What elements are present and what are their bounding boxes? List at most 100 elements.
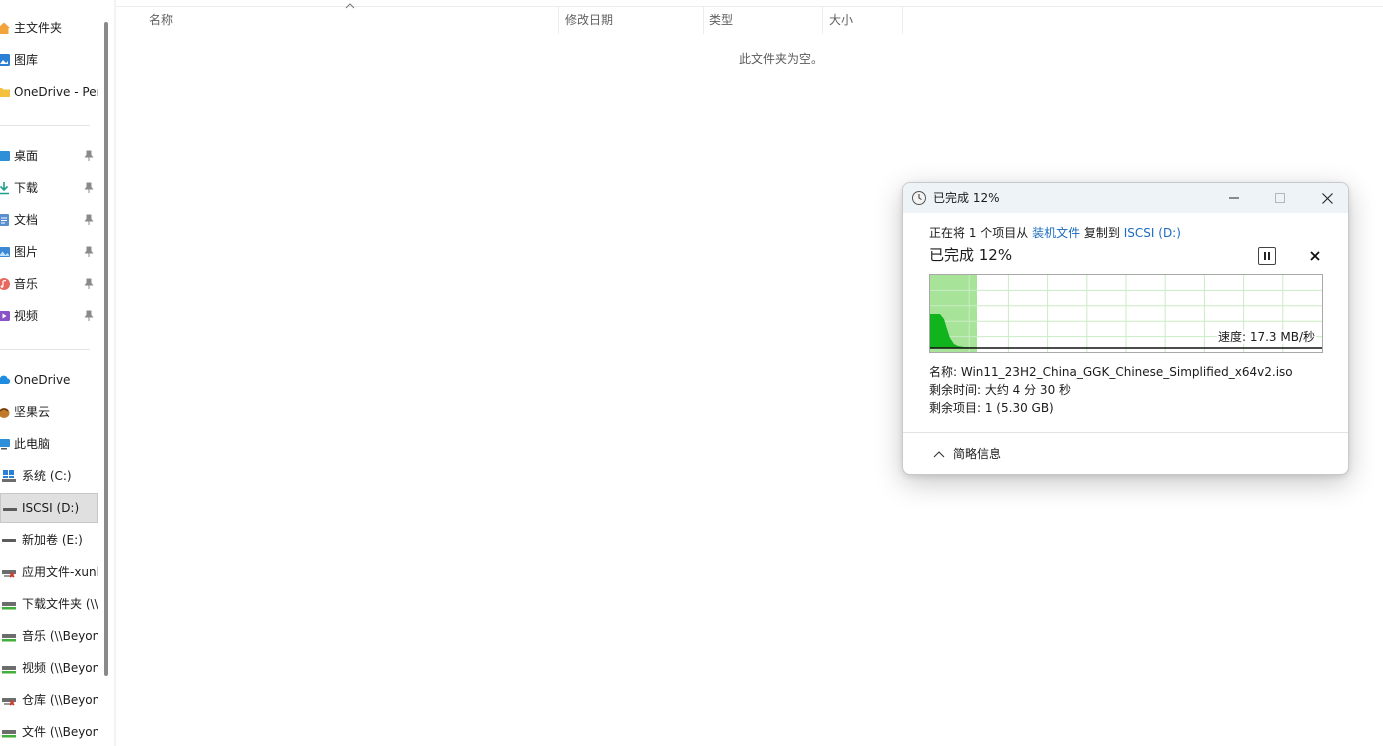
fewer-details-button[interactable]: 简略信息: [929, 445, 1039, 463]
transfer-speed-graph: 速度: 17.3 MB/秒: [929, 274, 1323, 353]
column-header-name[interactable]: 名称: [149, 12, 173, 34]
clock-icon: [912, 191, 926, 205]
source-folder-link[interactable]: 装机文件: [1032, 226, 1080, 240]
pin-icon[interactable]: [84, 278, 94, 290]
desktop-icon: [0, 151, 10, 161]
chevron-up-icon: [933, 451, 945, 458]
sidebar-item-this-pc[interactable]: 此电脑: [0, 429, 98, 459]
home-icon: [0, 22, 10, 34]
column-divider[interactable]: [822, 6, 823, 34]
sidebar-item-label: 文档: [14, 213, 39, 227]
sidebar-item-drive-e[interactable]: 新加卷 (E:): [0, 525, 98, 555]
sidebar-item-label: 下载: [14, 181, 39, 195]
column-header-size[interactable]: 大小: [829, 12, 853, 34]
sidebar-item-label: 文件 (\\Beyond: [22, 725, 98, 739]
items-remaining-line: 剩余项目: 1 (5.30 GB): [929, 401, 1054, 415]
pin-icon[interactable]: [84, 246, 94, 258]
document-icon: [0, 214, 9, 226]
sidebar-item-label: 新加卷 (E:): [22, 533, 83, 547]
pause-button[interactable]: [1258, 247, 1276, 265]
network-drive-icon: [2, 666, 16, 674]
column-divider[interactable]: [703, 6, 704, 34]
music-icon: [0, 278, 10, 290]
sidebar-item-network-music[interactable]: 音乐 (\\Beyond: [0, 621, 98, 651]
network-drive-icon: [2, 634, 16, 642]
sidebar-item-label: OneDrive: [14, 373, 71, 387]
maximize-button: [1257, 183, 1303, 213]
folder-icon: [0, 88, 10, 97]
close-button[interactable]: [1304, 183, 1348, 213]
network-drive-icon: [2, 730, 16, 738]
empty-folder-message: 此文件夹为空。: [739, 52, 824, 66]
fewer-details-label: 简略信息: [953, 447, 1002, 461]
windows-drive-icon: [2, 470, 16, 482]
sidebar-item-label: 下载文件夹 (\\Beyond: [22, 597, 98, 611]
sidebar-item-label: 应用文件-xunlei: [22, 565, 98, 579]
sidebar-item-gallery[interactable]: 图库: [0, 45, 98, 75]
network-drive-disconnected-icon: [2, 570, 16, 578]
sidebar-item-network-videos[interactable]: 视频 (\\Beyond: [0, 653, 98, 683]
sidebar-item-label: 图库: [14, 53, 39, 67]
dialog-title: 已完成 12%: [933, 191, 1000, 205]
column-divider[interactable]: [558, 6, 559, 34]
speed-label: 速度: 17.3 MB/秒: [1216, 330, 1316, 344]
sidebar-item-label: ISCSI (D:): [22, 501, 80, 515]
time-remaining-line: 剩余时间: 大约 4 分 30 秒: [929, 383, 1072, 397]
cloud-icon: [0, 375, 11, 384]
sidebar-item-pictures[interactable]: 图片: [0, 237, 98, 267]
pin-icon[interactable]: [84, 214, 94, 226]
sidebar-scrollbar[interactable]: [104, 22, 108, 676]
sidebar-item-drive-c[interactable]: 系统 (C:): [0, 461, 98, 491]
copy-description-middle: 复制到: [1080, 226, 1124, 240]
pin-icon[interactable]: [84, 182, 94, 194]
progress-title: 已完成 12%: [929, 246, 1013, 264]
column-divider[interactable]: [902, 6, 903, 34]
sidebar-item-label: 系统 (C:): [22, 469, 72, 483]
sidebar-item-home[interactable]: 主文件夹: [0, 13, 98, 43]
column-header-type[interactable]: 类型: [709, 12, 733, 34]
sidebar-item-videos[interactable]: 视频: [0, 301, 98, 331]
sidebar-item-desktop[interactable]: 桌面: [0, 141, 98, 171]
sidebar-item-downloads[interactable]: 下载: [0, 173, 98, 203]
column-header-date-modified[interactable]: 修改日期: [565, 12, 613, 34]
copy-description-prefix: 正在将 1 个项目从: [929, 226, 1033, 240]
sidebar-item-network-downloads[interactable]: 下载文件夹 (\\Beyond: [0, 589, 98, 619]
minimize-button[interactable]: [1211, 183, 1257, 213]
sidebar-item-network-files[interactable]: 文件 (\\Beyond: [0, 717, 98, 746]
sidebar-item-label: 视频 (\\Beyond: [22, 661, 98, 675]
sidebar-item-onedrive-personal[interactable]: OneDrive - Personal: [0, 77, 98, 107]
gallery-icon: [0, 54, 10, 66]
computer-icon: [0, 439, 10, 450]
pin-icon[interactable]: [84, 150, 94, 162]
sidebar-item-label: 音乐: [14, 277, 39, 291]
copy-description: 正在将 1 个项目从 装机文件 复制到 ISCSI (D:): [929, 225, 1181, 241]
nutstore-icon: [0, 408, 10, 418]
sidebar-divider: [0, 125, 90, 126]
dialog-titlebar[interactable]: 已完成 12%: [903, 183, 1348, 213]
cancel-copy-icon[interactable]: [1309, 250, 1321, 262]
drive-icon: [2, 539, 16, 542]
maximize-icon: [1275, 193, 1285, 203]
sidebar-item-label: 坚果云: [14, 405, 51, 419]
minimize-icon: [1229, 197, 1239, 199]
sidebar-item-label: 仓库 (\\Beyond: [22, 693, 98, 707]
navigation-pane: 主文件夹 图库 OneDrive - Personal 桌面 下载 文档 图片 …: [0, 0, 100, 746]
sidebar-item-onedrive[interactable]: OneDrive: [0, 365, 98, 395]
network-drive-icon: [2, 602, 16, 610]
sidebar-item-label: 主文件夹: [14, 21, 63, 35]
sidebar-divider: [0, 349, 90, 350]
sidebar-item-drive-d[interactable]: ISCSI (D:): [0, 493, 98, 523]
destination-link[interactable]: ISCSI (D:): [1124, 226, 1181, 240]
sidebar-item-label: 图片: [14, 245, 39, 259]
close-icon: [1322, 193, 1333, 204]
video-icon: [0, 311, 10, 321]
sidebar-item-network-warehouse[interactable]: 仓库 (\\Beyond: [0, 685, 98, 715]
pane-divider[interactable]: [114, 0, 116, 746]
sidebar-item-documents[interactable]: 文档: [0, 205, 98, 235]
sidebar-item-label: OneDrive - Personal: [14, 85, 98, 99]
network-drive-disconnected-icon: [2, 698, 16, 706]
pin-icon[interactable]: [84, 310, 94, 322]
sidebar-item-music[interactable]: 音乐: [0, 269, 98, 299]
sidebar-item-network-xunlei[interactable]: 应用文件-xunlei: [0, 557, 98, 587]
sidebar-item-nutstore[interactable]: 坚果云: [0, 397, 98, 427]
